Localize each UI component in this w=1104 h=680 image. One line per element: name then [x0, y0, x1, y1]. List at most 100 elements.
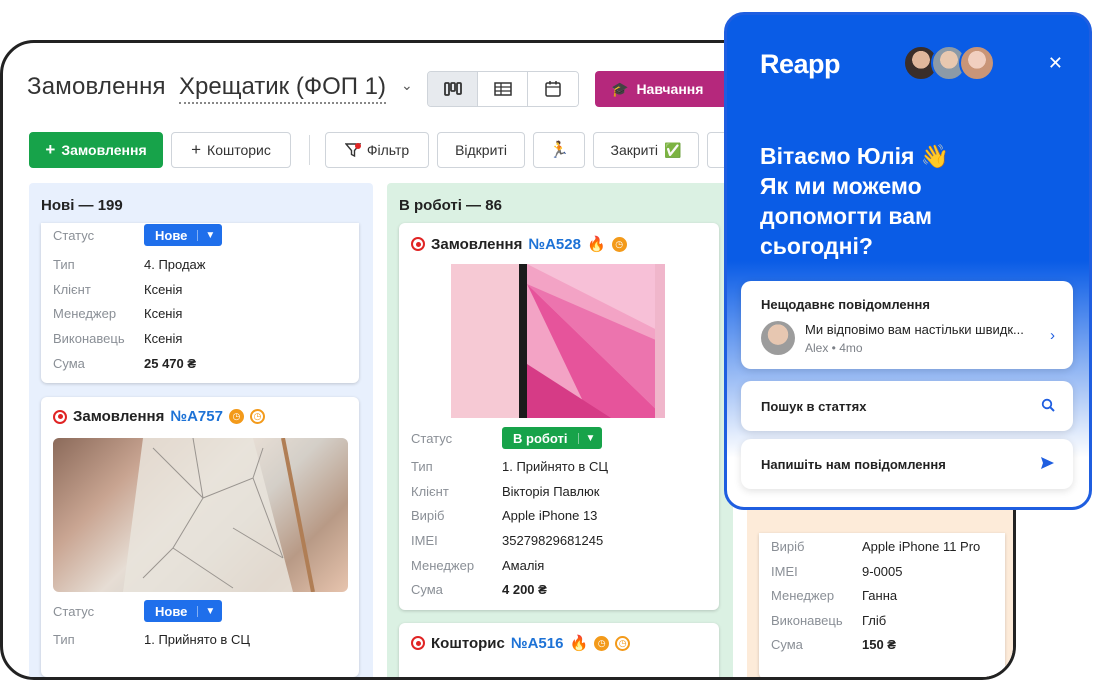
filter-button[interactable]: Фільтр	[325, 132, 429, 168]
search-articles-card[interactable]: Пошук в статтях	[741, 381, 1073, 431]
status-label: Нове	[155, 603, 188, 619]
field-label: Статус	[53, 227, 95, 243]
field-label: Клієнт	[411, 483, 449, 499]
card-type: Замовлення	[431, 235, 523, 253]
table-icon	[493, 82, 512, 96]
plus-icon: +	[45, 140, 56, 159]
field-value: 1. Прийнято в СЦ	[502, 458, 608, 474]
field-label: Клієнт	[53, 281, 91, 297]
field-label: Виріб	[771, 538, 805, 554]
field-label: Виконавець	[53, 330, 125, 346]
field-label: Виконавець	[771, 612, 843, 628]
write-message-card[interactable]: Напишіть нам повідомлення	[741, 439, 1073, 489]
new-order-button[interactable]: + Замовлення	[29, 132, 163, 168]
calendar-icon	[545, 81, 561, 97]
field-label: Менеджер	[53, 305, 117, 321]
greeting-line: допомогти вам	[760, 203, 933, 229]
team-avatars	[903, 45, 995, 81]
estimate-card[interactable]: Кошторис №A516 🔥 ◷ ◷	[399, 623, 719, 677]
new-estimate-button[interactable]: + Кошторис	[171, 132, 291, 168]
search-articles-label: Пошук в статтях	[761, 399, 867, 414]
table-view-button[interactable]	[478, 72, 528, 106]
chevron-down-icon: ▼	[197, 229, 222, 241]
open-label: Відкриті	[455, 142, 507, 158]
field-value: Apple iPhone 11 Pro	[862, 538, 981, 554]
recent-message-title: Нещодавнє повідомлення	[761, 297, 930, 312]
greeting-text: Вітаємо Юлія 👋 Як ми можемо допомогти ва…	[760, 141, 1060, 261]
status-dropdown[interactable]: В роботі ▼	[502, 427, 603, 449]
estimate-number-link[interactable]: №A516	[511, 635, 564, 652]
fire-icon: 🔥	[586, 236, 606, 253]
field-value: 35279829681245	[502, 532, 604, 548]
clock-outline-icon: ◷	[615, 635, 631, 651]
page-title: Замовлення	[27, 73, 166, 100]
field-label: IMEI	[411, 532, 438, 548]
field-value: Ганна	[862, 587, 898, 603]
order-number-link[interactable]: №A528	[528, 236, 581, 253]
store-selector[interactable]: Хрещатик (ФОП 1)	[179, 73, 386, 104]
clock-icon: ◷	[594, 635, 610, 651]
kanban-column-in-progress: В роботі — 86 Замовлення №A528 🔥 ◷ Стату…	[387, 183, 733, 677]
field-value: 25 470 ₴	[144, 355, 197, 371]
field-label: Тип	[53, 631, 75, 647]
closed-filter-button[interactable]: Закриті ✅	[593, 132, 699, 168]
field-label: Тип	[53, 256, 75, 272]
brand-logo: Reapp	[760, 49, 841, 80]
order-card[interactable]: Статус Нове ▼ Тип 4. Продаж Клієнт Ксенія М…	[41, 223, 359, 383]
send-icon	[1040, 456, 1055, 474]
estimate-label: Кошторис	[207, 142, 271, 158]
field-label: Тип	[411, 458, 433, 474]
fire-icon: 🔥	[569, 635, 589, 652]
status-label: В роботі	[513, 430, 568, 446]
calendar-view-button[interactable]	[528, 72, 578, 106]
card-title[interactable]: Замовлення №A528 🔥 ◷	[411, 235, 627, 253]
card-type: Кошторис	[431, 634, 505, 652]
plus-icon: +	[191, 140, 202, 159]
order-card[interactable]: Виріб Apple iPhone 11 Pro IMEI 9-0005 Мене…	[759, 533, 1005, 677]
recent-message-meta: Alex • 4mo	[805, 341, 863, 355]
field-value: Ксенія	[144, 305, 183, 321]
recent-message-card[interactable]: Нещодавнє повідомлення Ми відповімо вам …	[741, 281, 1073, 369]
field-value: 4. Продаж	[144, 256, 206, 272]
running-filter-button[interactable]: 🏃	[533, 132, 585, 168]
field-value: 9-0005	[862, 563, 903, 579]
kanban-view-button[interactable]	[428, 72, 478, 106]
open-filter-button[interactable]: Відкриті	[437, 132, 525, 168]
status-dropdown[interactable]: Нове ▼	[144, 224, 223, 246]
brand-name: Reapp	[760, 49, 841, 79]
learning-button[interactable]: 🎓 Навчання	[595, 71, 735, 107]
card-title[interactable]: Замовлення №A757 ◷ ◷	[53, 408, 265, 425]
kanban-icon	[443, 82, 462, 96]
avatar	[761, 321, 795, 355]
card-title[interactable]: Кошторис №A516 🔥 ◷ ◷	[411, 634, 631, 652]
column-title: В роботі — 86	[399, 197, 502, 214]
order-card[interactable]: Замовлення №A757 ◷ ◷ Статус Нове ▼ Тип 1. …	[41, 397, 359, 677]
checkmark-icon: ✅	[664, 141, 682, 158]
close-icon[interactable]: ✕	[1048, 53, 1063, 74]
field-value: Вікторія Павлюк	[502, 483, 600, 499]
field-label: IMEI	[771, 563, 798, 579]
write-message-label: Напишіть нам повідомлення	[761, 457, 946, 472]
iphone-image	[451, 264, 665, 418]
kanban-column-new: Нові — 199 Статус Нове ▼ Тип 4. Продаж Клі…	[29, 183, 373, 677]
chevron-down-icon[interactable]: ⌄	[401, 77, 413, 94]
search-icon	[1041, 398, 1055, 416]
chevron-down-icon: ▼	[197, 605, 222, 617]
greeting-line: Як ми можемо	[760, 173, 922, 199]
field-label: Виріб	[411, 507, 445, 523]
new-order-label: Замовлення	[61, 142, 147, 158]
status-dropdown[interactable]: Нове ▼	[144, 600, 223, 622]
order-number-link[interactable]: №A757	[170, 408, 223, 425]
field-value: Ксенія	[144, 330, 183, 346]
chevron-down-icon: ▼	[577, 432, 603, 444]
toolbar-divider	[309, 135, 310, 165]
view-switcher	[427, 71, 579, 107]
order-card[interactable]: Замовлення №A528 🔥 ◷ Статус В роботі ▼ Т…	[399, 223, 719, 610]
graduation-cap-icon: 🎓	[611, 80, 629, 97]
running-person-icon: 🏃	[549, 142, 569, 159]
field-label: Сума	[771, 636, 803, 652]
clock-icon: ◷	[611, 236, 627, 252]
field-value: Амалія	[502, 557, 545, 573]
clock-outline-icon: ◷	[249, 409, 265, 424]
filter-label: Фільтр	[366, 142, 410, 158]
